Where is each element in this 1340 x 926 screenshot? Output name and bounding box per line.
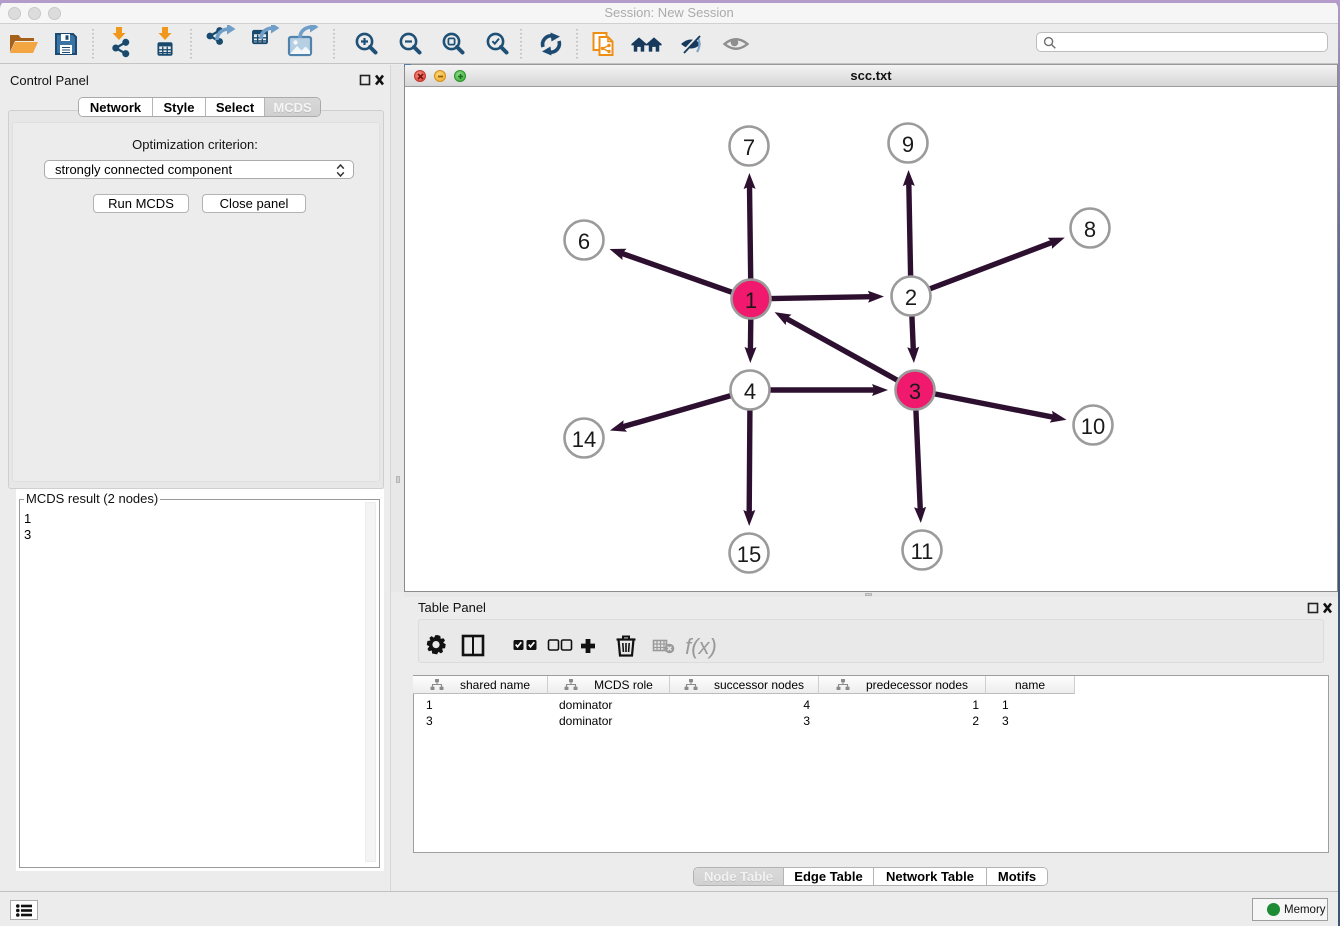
svg-text:11: 11: [911, 539, 934, 564]
svg-text:1: 1: [745, 288, 757, 313]
svg-text:4: 4: [744, 379, 756, 404]
svg-text:3: 3: [909, 379, 921, 404]
svg-text:8: 8: [1084, 217, 1096, 242]
svg-text:10: 10: [1081, 414, 1105, 439]
svg-text:6: 6: [578, 229, 590, 254]
svg-text:14: 14: [572, 427, 596, 452]
svg-text:f(x): f(x): [685, 634, 717, 659]
svg-text:9: 9: [902, 132, 914, 157]
svg-text:15: 15: [737, 542, 761, 567]
svg-text:7: 7: [743, 135, 755, 160]
svg-text:2: 2: [905, 285, 917, 310]
